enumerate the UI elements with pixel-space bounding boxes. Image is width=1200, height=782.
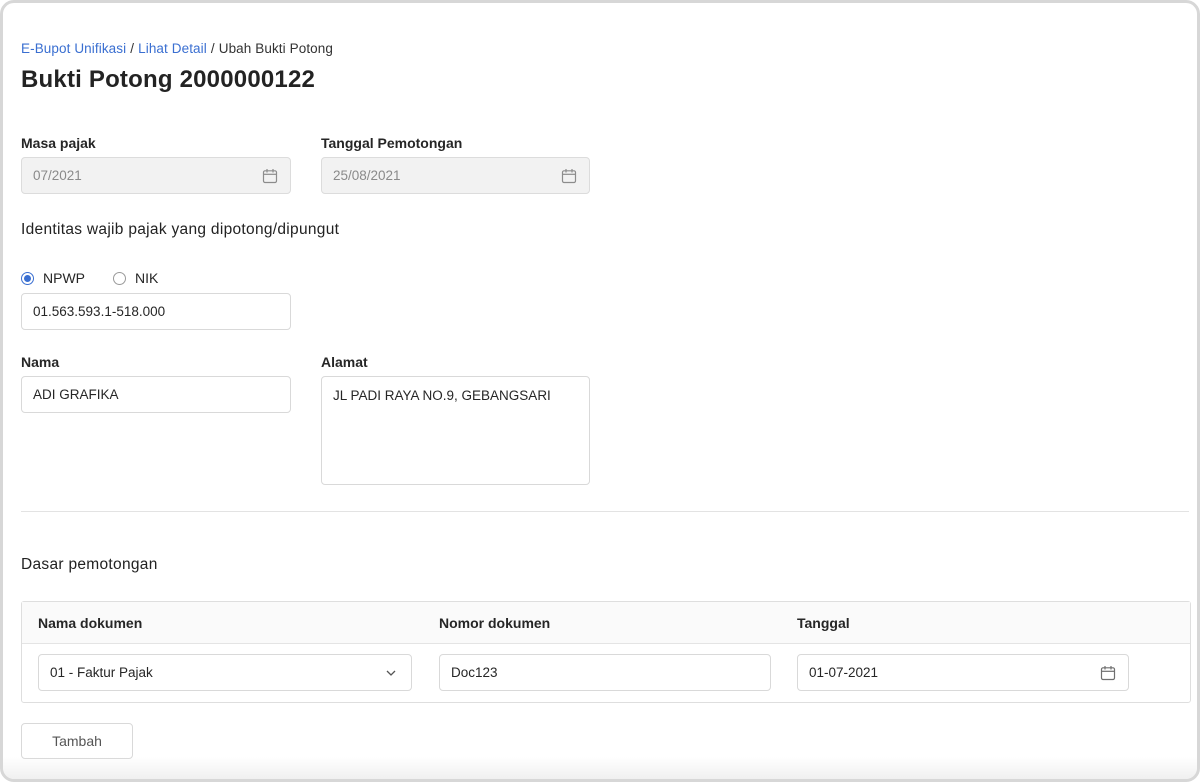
column-header-tanggal: Tanggal	[797, 615, 850, 631]
calendar-icon[interactable]	[560, 167, 578, 185]
breadcrumb-separator: /	[210, 41, 215, 56]
alamat-textarea[interactable]: JL PADI RAYA NO.9, GEBANGSARI	[321, 376, 590, 485]
alamat-label: Alamat	[321, 354, 368, 370]
identitas-radio-group: NPWP NIK	[21, 270, 186, 286]
table-header: Nama dokumen Nomor dokumen Tanggal	[22, 602, 1190, 644]
radio-nik[interactable]: NIK	[113, 270, 158, 286]
dasar-section-title: Dasar pemotongan	[21, 556, 158, 573]
nomor-dokumen-input[interactable]: Doc123	[439, 654, 771, 691]
chevron-down-icon[interactable]	[382, 664, 400, 682]
breadcrumb-separator: /	[130, 41, 135, 56]
column-header-nomor-dokumen: Nomor dokumen	[439, 615, 551, 631]
tanggal-pemotongan-label: Tanggal Pemotongan	[321, 135, 463, 151]
identitas-section-title: Identitas wajib pajak yang dipotong/dipu…	[21, 221, 340, 238]
app-window: E-Bupot Unifikasi / Lihat Detail / Ubah Bukt…	[0, 0, 1200, 782]
radio-npwp[interactable]: NPWP	[21, 270, 85, 286]
nama-dokumen-value: 01 - Faktur Pajak	[50, 665, 153, 680]
nama-label: Nama	[21, 354, 60, 370]
column-header-nama-dokumen: Nama dokumen	[38, 615, 143, 631]
dasar-table: Nama dokumen Nomor dokumen Tanggal 01 - …	[21, 601, 1191, 703]
masa-pajak-label: Masa pajak	[21, 135, 96, 151]
tanggal-pemotongan-field[interactable]: 25/08/2021	[321, 157, 590, 194]
bottom-fade	[3, 757, 1197, 779]
tambah-button[interactable]: Tambah	[21, 723, 133, 759]
alamat-value: JL PADI RAYA NO.9, GEBANGSARI	[333, 388, 551, 403]
tanggal-dokumen-field[interactable]: 01-07-2021	[797, 654, 1129, 691]
calendar-icon[interactable]	[261, 167, 279, 185]
radio-nik-indicator[interactable]	[113, 271, 126, 285]
tanggal-pemotongan-value: 25/08/2021	[333, 168, 401, 183]
radio-nik-label: NIK	[135, 270, 159, 286]
page-title: Bukti Potong 2000000122	[21, 66, 316, 93]
npwp-input[interactable]: 01.563.593.1-518.000	[21, 293, 291, 330]
calendar-icon[interactable]	[1099, 664, 1117, 682]
nama-dokumen-select[interactable]: 01 - Faktur Pajak	[38, 654, 412, 691]
nama-input[interactable]: ADI GRAFIKA	[21, 376, 291, 413]
masa-pajak-value: 07/2021	[33, 168, 82, 183]
npwp-value: 01.563.593.1-518.000	[33, 304, 166, 319]
breadcrumb-current: Ubah Bukti Potong	[218, 41, 333, 56]
masa-pajak-field[interactable]: 07/2021	[21, 157, 291, 194]
tanggal-dokumen-value: 01-07-2021	[809, 665, 879, 680]
nomor-dokumen-value: Doc123	[451, 665, 498, 680]
radio-npwp-indicator[interactable]	[21, 271, 34, 285]
breadcrumb-link-lihat-detail[interactable]: Lihat Detail	[138, 41, 207, 56]
breadcrumb-link-ebupot[interactable]: E-Bupot Unifikasi	[21, 41, 126, 56]
radio-npwp-label: NPWP	[43, 270, 85, 286]
nama-value: ADI GRAFIKA	[33, 387, 119, 402]
section-divider	[21, 511, 1189, 512]
breadcrumb: E-Bupot Unifikasi / Lihat Detail / Ubah Bukt…	[21, 41, 333, 56]
